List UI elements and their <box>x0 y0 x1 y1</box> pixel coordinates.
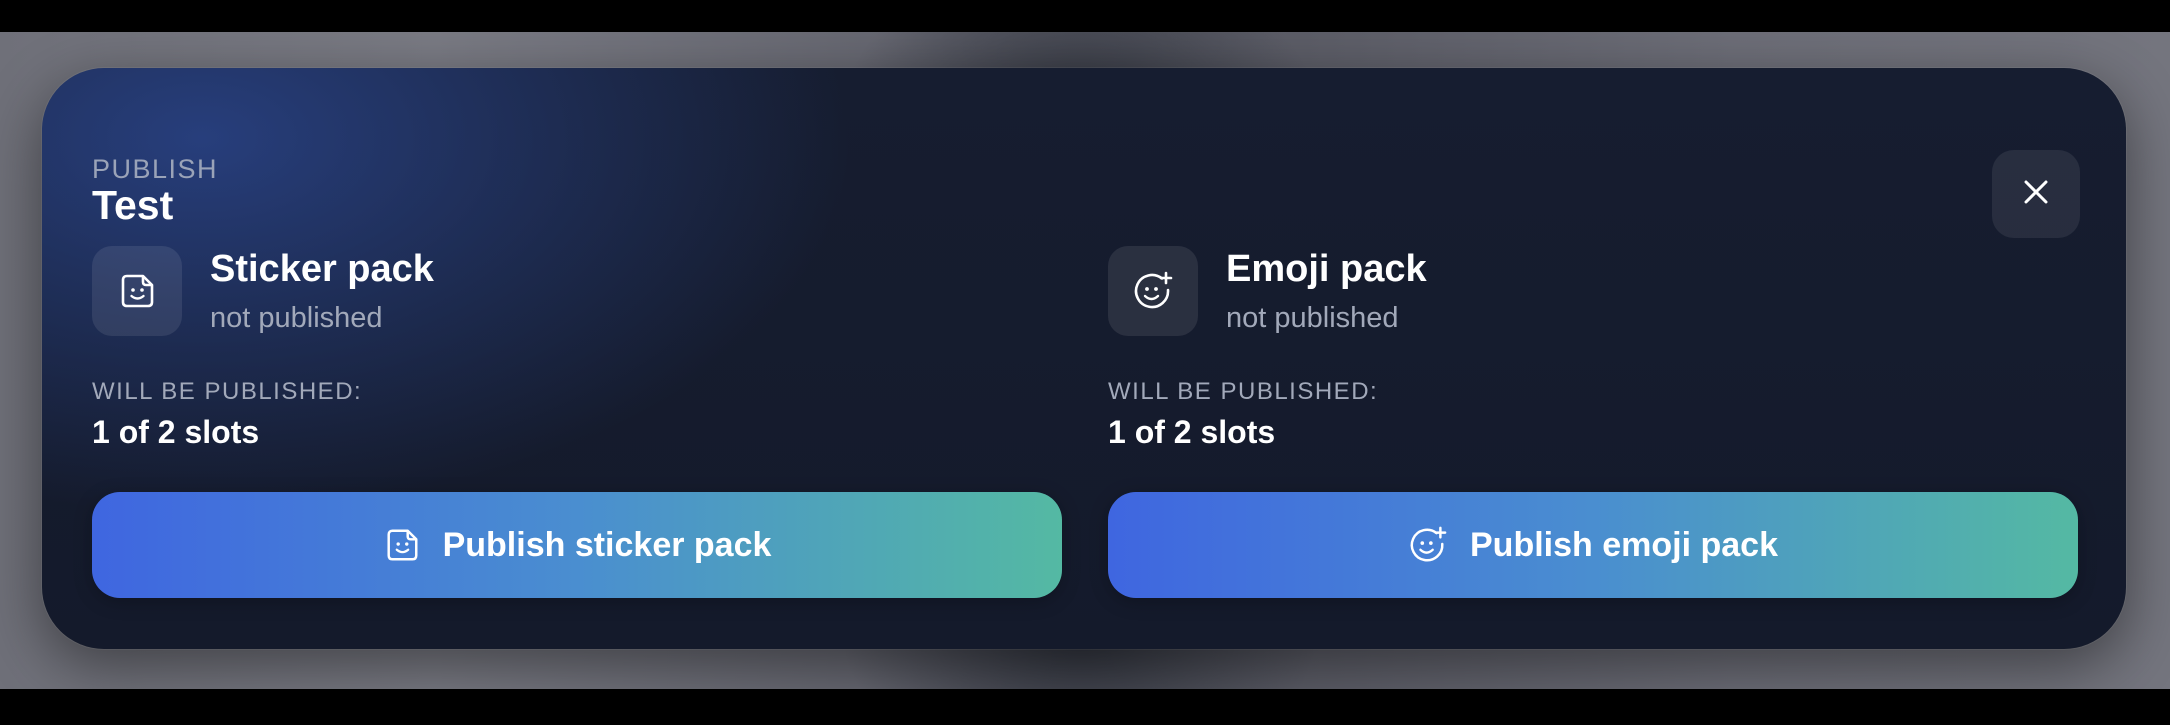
sticker-pack-status: not published <box>210 302 383 334</box>
sticker-will-publish-label: WILL BE PUBLISHED: <box>92 378 363 405</box>
publish-sticker-pack-button[interactable]: Publish sticker pack <box>92 492 1062 598</box>
sticker-pack-section: Sticker pack not published WILL BE PUBLI… <box>92 68 1062 649</box>
emoji-add-icon <box>1408 525 1448 565</box>
sticker-pack-title: Sticker pack <box>210 248 434 290</box>
publish-emoji-pack-button[interactable]: Publish emoji pack <box>1108 492 2078 598</box>
publish-dialog: PUBLISH Test Sticker pack not published … <box>42 68 2126 649</box>
publish-sticker-pack-label: Publish sticker pack <box>442 525 772 564</box>
emoji-slots-count: 1 of 2 slots <box>1108 414 1276 450</box>
backdrop: PUBLISH Test Sticker pack not published … <box>0 32 2170 689</box>
sticker-slots-count: 1 of 2 slots <box>92 414 260 450</box>
sticker-icon <box>92 246 182 336</box>
emoji-will-publish-label: WILL BE PUBLISHED: <box>1108 378 1379 405</box>
sticker-icon <box>383 526 421 564</box>
emoji-pack-title: Emoji pack <box>1226 248 1427 290</box>
emoji-pack-section: Emoji pack not published WILL BE PUBLISH… <box>1108 68 2078 649</box>
emoji-pack-status: not published <box>1226 302 1399 334</box>
publish-emoji-pack-label: Publish emoji pack <box>1470 525 1778 564</box>
emoji-add-icon <box>1108 246 1198 336</box>
